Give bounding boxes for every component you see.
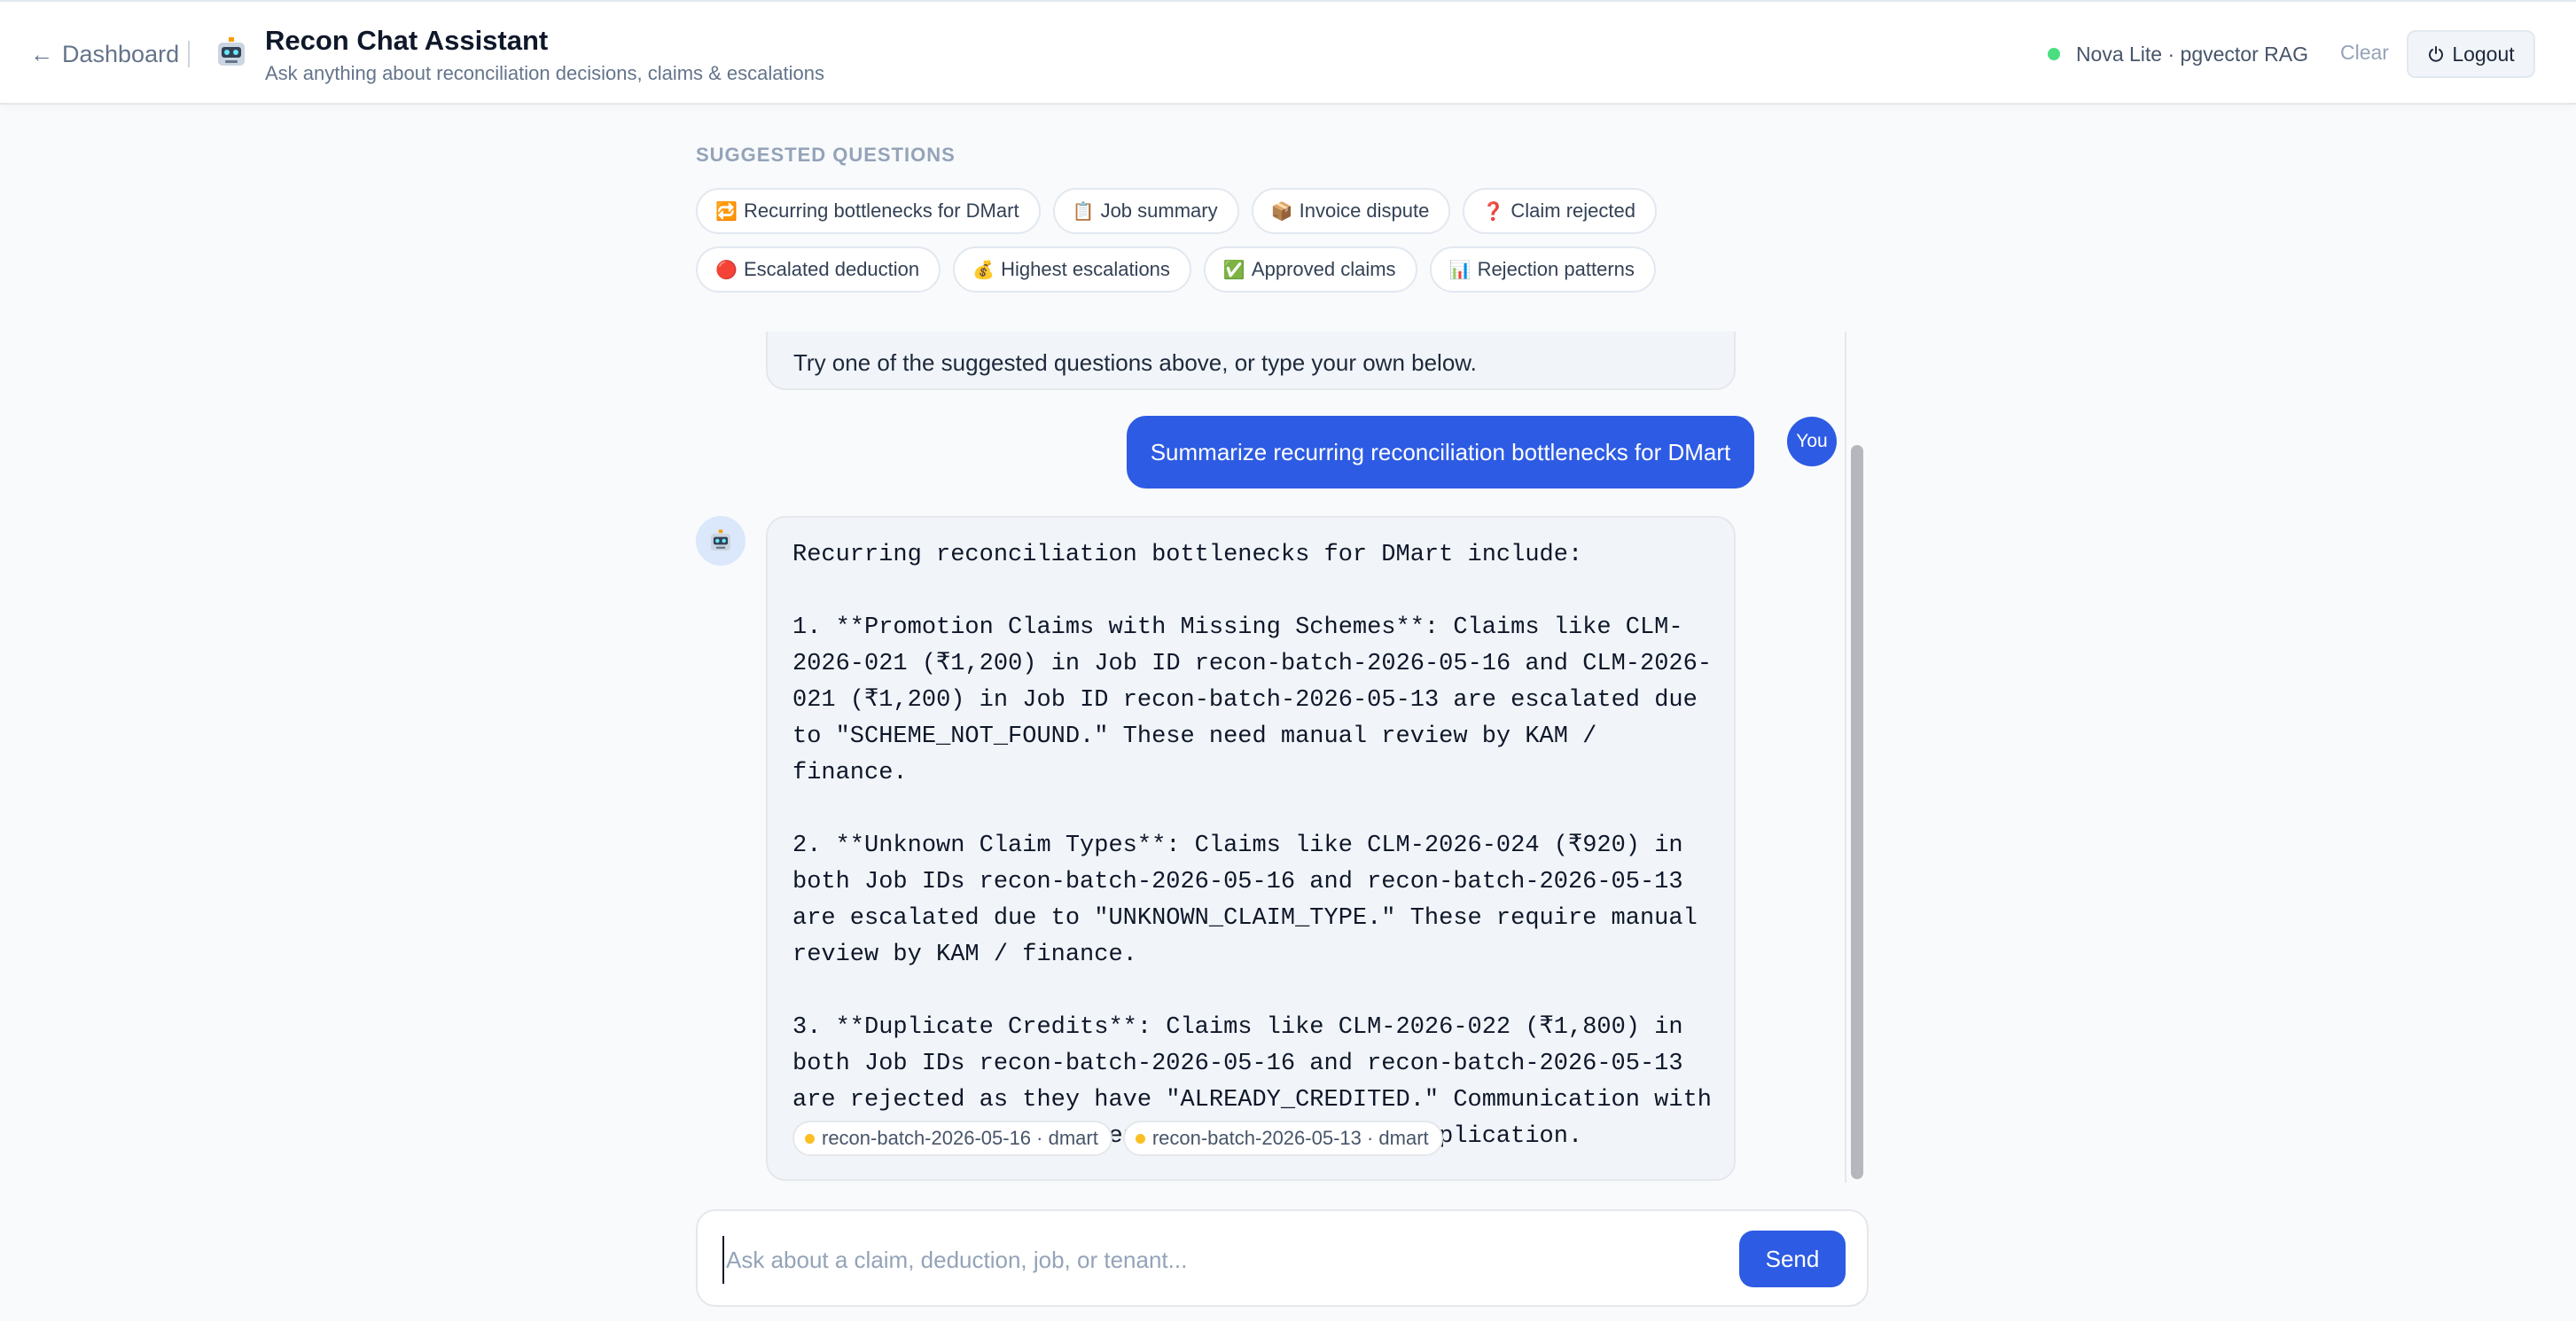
suggestion-row-2: 🔴 Escalated deduction 💰 Highest escalati… [696, 246, 1656, 293]
question-mark-icon: ❓ [1482, 201, 1505, 222]
model-status-text: Nova Lite · pgvector RAG [2075, 42, 2308, 66]
suggestion-chip-recurring-bottlenecks[interactable]: 🔁 Recurring bottlenecks for DMart [696, 188, 1041, 234]
logout-label: Logout [2452, 42, 2515, 66]
arrow-left-icon: ← [30, 40, 53, 67]
suggestion-chip-claim-rejected[interactable]: ❓ Claim rejected [1463, 188, 1657, 234]
suggestion-label: Job summary [1100, 199, 1218, 222]
suggestion-row-1: 🔁 Recurring bottlenecks for DMart 📋 Job … [696, 188, 1657, 234]
assistant-message: Recurring reconciliation bottlenecks for… [766, 516, 1736, 1181]
source-label: recon-batch-2026-05-13 · dmart [1151, 1127, 1429, 1149]
red-circle-icon: 🔴 [715, 260, 738, 280]
suggestion-chip-escalated-deduction[interactable]: 🔴 Escalated deduction [696, 246, 941, 293]
suggestion-label: Rejection patterns [1477, 258, 1635, 280]
user-message: Summarize recurring reconciliation bottl… [1127, 416, 1754, 489]
money-bag-icon: 💰 [972, 260, 995, 280]
assistant-message-text: Recurring reconciliation bottlenecks for… [792, 542, 1713, 1150]
suggestion-label: Invoice dispute [1299, 199, 1430, 222]
package-icon: 📦 [1270, 201, 1293, 222]
source-dot [805, 1133, 815, 1144]
suggested-questions-heading: SUGGESTED QUESTIONS [696, 144, 956, 166]
chat-messages: Try one of the suggested questions above… [696, 332, 1869, 1183]
suggestion-chip-rejection-patterns[interactable]: 📊 Rejection patterns [1429, 246, 1656, 293]
suggestion-label: Highest escalations [1001, 258, 1170, 280]
assistant-avatar [696, 516, 745, 566]
chat-scrollbar-thumb[interactable] [1851, 445, 1863, 1179]
status-online-dot [2047, 48, 2060, 60]
suggestion-chip-highest-escalations[interactable]: 💰 Highest escalations [953, 246, 1191, 293]
suggestion-label: Escalated deduction [744, 258, 920, 280]
suggestion-chip-approved-claims[interactable]: ✅ Approved claims [1203, 246, 1417, 293]
robot-icon [710, 529, 731, 551]
header-divider [188, 41, 190, 67]
source-label: recon-batch-2026-05-16 · dmart [822, 1127, 1098, 1149]
source-dot [1135, 1133, 1145, 1144]
message-input[interactable] [722, 1236, 1698, 1284]
back-to-dashboard-link[interactable]: ← Dashboard [30, 37, 179, 71]
source-citations: recon-batch-2026-05-16 · dmart recon-bat… [792, 1121, 1443, 1156]
clear-button[interactable]: Clear [2340, 41, 2389, 65]
user-avatar: You [1787, 417, 1837, 466]
source-chip[interactable]: recon-batch-2026-05-13 · dmart [1122, 1121, 1443, 1156]
source-chip[interactable]: recon-batch-2026-05-16 · dmart [792, 1121, 1112, 1156]
send-button[interactable]: Send [1739, 1231, 1846, 1287]
back-link-label: Dashboard [62, 40, 180, 67]
check-mark-icon: ✅ [1222, 260, 1245, 280]
suggestion-label: Approved claims [1251, 258, 1396, 280]
suggestion-label: Recurring bottlenecks for DMart [744, 199, 1019, 222]
suggestion-chip-job-summary[interactable]: 📋 Job summary [1052, 188, 1239, 234]
power-icon [2429, 46, 2444, 62]
chat-scrollbar[interactable] [1845, 332, 1866, 1183]
model-status: Nova Lite · pgvector RAG [2047, 41, 2308, 67]
assistant-intro-text: Try one of the suggested questions above… [793, 349, 1477, 376]
assistant-intro-message: Try one of the suggested questions above… [766, 332, 1736, 390]
page-title: Recon Chat Assistant [265, 25, 549, 56]
message-composer: Send [696, 1209, 1869, 1307]
clipboard-icon: 📋 [1072, 201, 1095, 222]
logout-button[interactable]: Logout [2407, 30, 2535, 78]
page-subtitle: Ask anything about reconciliation decisi… [265, 62, 824, 84]
suggestion-label: Claim rejected [1510, 199, 1635, 222]
repeat-icon: 🔁 [715, 201, 738, 222]
suggestion-chip-invoice-dispute[interactable]: 📦 Invoice dispute [1251, 188, 1451, 234]
app-header: ← Dashboard Recon Chat Assistant Ask any… [0, 0, 2576, 105]
robot-icon [218, 37, 245, 66]
bar-chart-icon: 📊 [1448, 260, 1471, 280]
